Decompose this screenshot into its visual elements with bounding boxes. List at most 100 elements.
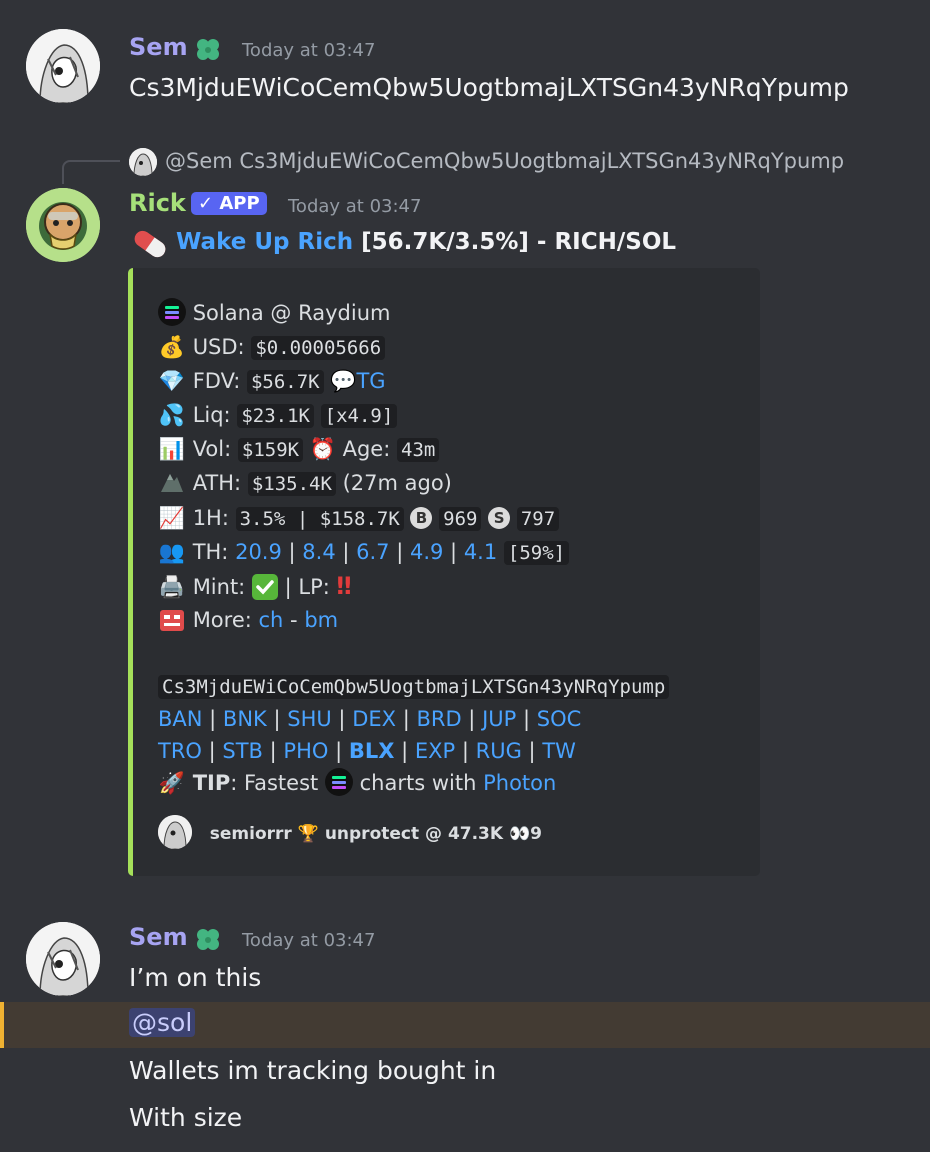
reply-connector <box>62 160 120 184</box>
robot-icon <box>158 605 186 635</box>
buys-count: 969 <box>439 507 482 531</box>
embed-links-row-1: BAN | BNK | SHU | DEX | BRD | JUP | SOC <box>158 707 582 731</box>
link-dex[interactable]: DEX <box>352 707 396 731</box>
sem-avatar[interactable] <box>26 29 100 103</box>
sem-avatar[interactable] <box>26 922 100 996</box>
footer-text: unprotect @ 47.3K <box>324 824 504 844</box>
embed-liq-row: 💦 Liq: $23.1K [x4.9] <box>158 400 398 430</box>
checkmark-icon <box>251 574 285 600</box>
link-bnk[interactable]: BNK <box>223 707 267 731</box>
more-link-bm[interactable]: bm <box>304 608 338 632</box>
message-timestamp: Today at 03:47 <box>288 196 422 217</box>
link-pho[interactable]: PHO <box>283 739 328 763</box>
more-label: More: <box>192 608 252 632</box>
fdv-value: $56.7K <box>246 370 324 394</box>
trophy-icon: 🏆 <box>297 824 319 844</box>
link-exp[interactable]: EXP <box>415 739 455 763</box>
link-tro[interactable]: TRO <box>158 739 202 763</box>
th-link[interactable]: 6.7 <box>356 540 389 564</box>
embed-more-row: More: ch - bm <box>158 605 338 635</box>
chart-up-icon: 📈 <box>158 506 186 530</box>
footer-avatar <box>158 815 192 849</box>
link-stb[interactable]: STB <box>222 739 263 763</box>
money-bag-icon: 💰 <box>158 335 186 359</box>
speech-bubble-icon: 💬 <box>330 369 357 393</box>
ath-label: ATH: <box>192 471 242 495</box>
link-brd[interactable]: BRD <box>416 707 461 731</box>
h1-stats: 3.5% | $158.7K <box>235 507 404 531</box>
embed-tip-row: 🚀 TIP: Fastest charts with Photon <box>158 768 556 798</box>
embed-th-row: 👥 TH: 20.9 | 8.4 | 6.7 | 4.9 | 4.1 [59%] <box>158 537 570 567</box>
embed-footer: semiorrr 🏆 unprotect @ 47.3K 👀9 <box>158 815 543 849</box>
more-link-ch[interactable]: ch <box>259 608 284 632</box>
footer-user: semiorrr <box>209 824 292 844</box>
usd-label: USD: <box>192 335 245 359</box>
app-badge: ✓ APP <box>191 192 267 216</box>
busts-icon: 👥 <box>158 540 186 564</box>
th-link[interactable]: 4.1 <box>464 540 497 564</box>
mention-line: @sol <box>129 1008 196 1037</box>
printer-icon: 🖨️ <box>158 575 186 599</box>
title-link[interactable]: Wake Up Rich <box>176 229 353 255</box>
message-text: Cs3MjduEWiCoCemQbw5UogtbmajLXTSGn43yNRqY… <box>129 73 849 102</box>
message-text: I’m on this <box>129 963 262 992</box>
usd-value: $0.00005666 <box>251 336 386 360</box>
token-address[interactable]: Cs3MjduEWiCoCemQbw5UogtbmajLXTSGn43yNRqY… <box>158 675 670 699</box>
double-exclamation-icon: ‼ <box>336 572 352 600</box>
lp-label: | LP: <box>284 575 330 599</box>
link-tw[interactable]: TW <box>542 739 576 763</box>
message-timestamp: Today at 03:47 <box>242 930 376 951</box>
embed-address-row: Cs3MjduEWiCoCemQbw5UogtbmajLXTSGn43yNRqY… <box>158 671 670 701</box>
link-soc[interactable]: SOC <box>537 707 582 731</box>
age-value: 43m <box>397 438 440 462</box>
app-badge-label: APP <box>219 193 260 214</box>
embed-1h-row: 📈 1H: 3.5% | $158.7K B 969 S 797 <box>158 503 560 533</box>
ath-ago: (27m ago) <box>342 471 452 495</box>
role-mention[interactable]: @sol <box>129 1008 196 1037</box>
reply-preview[interactable]: @Sem Cs3MjduEWiCoCemQbw5UogtbmajLXTSGn43… <box>165 149 844 173</box>
link-rug[interactable]: RUG <box>476 739 522 763</box>
embed-ath-row: ATH: $135.4K (27m ago) <box>158 468 452 498</box>
th-link[interactable]: 4.9 <box>410 540 443 564</box>
vol-value: $159K <box>237 438 304 462</box>
liq-value: $23.1K <box>237 404 314 428</box>
embed-fdv-row: 💎 FDV: $56.7K 💬TG <box>158 366 386 396</box>
reply-text: Cs3MjduEWiCoCemQbw5UogtbmajLXTSGn43yNRqY… <box>239 149 845 173</box>
droplets-icon: 💦 <box>158 403 186 427</box>
bot-title: Wake Up Rich [56.7K/3.5%] - RICH/SOL <box>176 229 676 255</box>
tg-link[interactable]: TG <box>356 369 385 393</box>
author-name[interactable]: Rick <box>129 189 186 217</box>
solana-icon <box>324 768 353 796</box>
vol-label: Vol: <box>192 437 232 461</box>
embed-chain-row: Solana @ Raydium <box>158 298 390 328</box>
link-blx[interactable]: BLX <box>349 739 395 763</box>
h1-pct: 3.5% <box>239 508 286 530</box>
link-jup[interactable]: JUP <box>482 707 516 731</box>
eyes-icon: 👀 <box>509 824 531 844</box>
link-shu[interactable]: SHU <box>287 707 332 731</box>
footer-count: 9 <box>530 824 543 844</box>
th-link[interactable]: 20.9 <box>235 540 282 564</box>
buys-icon: B <box>410 507 433 529</box>
rick-avatar[interactable] <box>26 188 100 262</box>
author-name[interactable]: Sem <box>129 923 188 951</box>
h1-volume: $158.7K <box>319 508 400 530</box>
embed-vol-row: 📊 Vol: $159K ⏰ Age: 43m <box>158 434 440 464</box>
liq-label: Liq: <box>192 403 231 427</box>
pill-icon <box>129 226 171 266</box>
chain-text: Solana @ Raydium <box>192 301 391 325</box>
gem-icon: 💎 <box>158 369 186 393</box>
th-total: [59%] <box>503 541 570 565</box>
message-text: With size <box>129 1103 243 1132</box>
embed-mint-row: 🖨️ Mint: | LP: ‼ <box>158 571 352 601</box>
author-name[interactable]: Sem <box>129 33 188 61</box>
th-link[interactable]: 8.4 <box>302 540 335 564</box>
embed-links-row-2: TRO | STB | PHO | BLX | EXP | RUG | TW <box>158 739 576 763</box>
age-label: Age: <box>342 437 391 461</box>
link-ban[interactable]: BAN <box>158 707 202 731</box>
liq-multiplier: [x4.9] <box>320 404 398 428</box>
photon-link[interactable]: Photon <box>483 771 556 795</box>
alarm-clock-icon: ⏰ <box>309 437 336 461</box>
message-text: Wallets im tracking bought in <box>129 1056 497 1085</box>
sells-count: 797 <box>516 507 560 531</box>
